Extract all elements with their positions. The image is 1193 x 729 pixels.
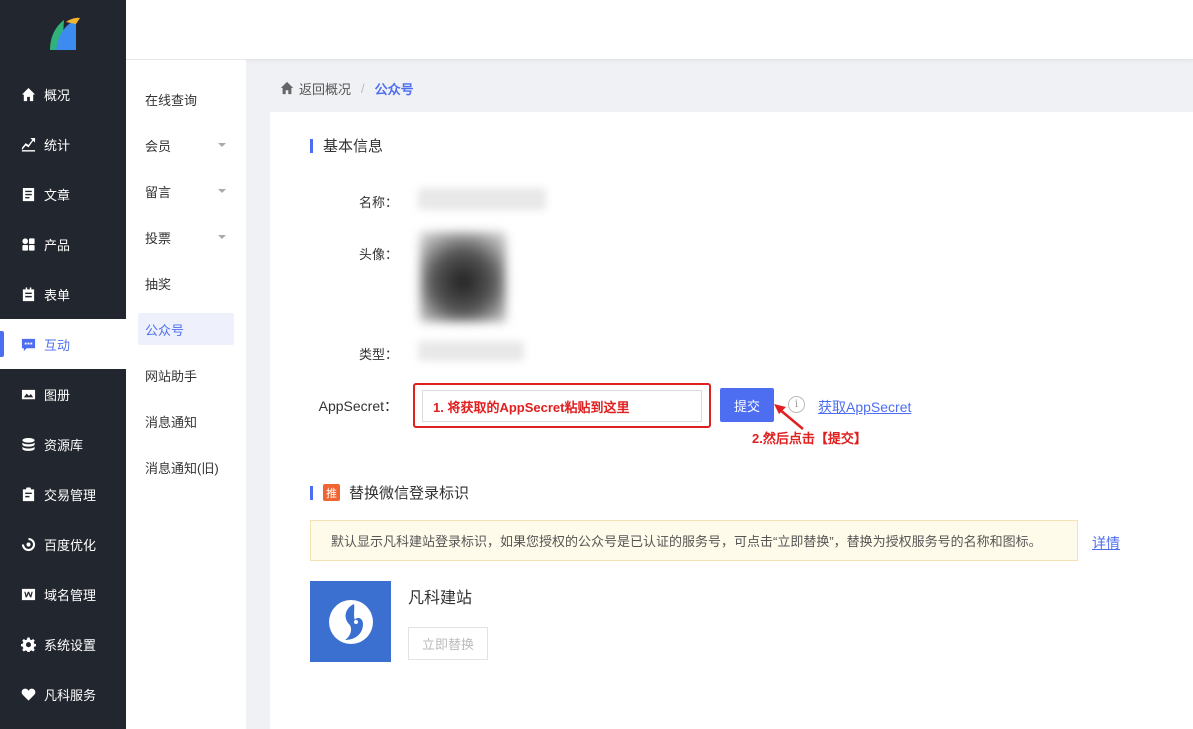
sidebar-item-resources[interactable]: 资源库 bbox=[0, 419, 126, 469]
section-accent-bar bbox=[310, 138, 313, 153]
breadcrumb: 返回概况 / 公众号 bbox=[280, 78, 414, 98]
sidebar-item-label: 凡科服务 bbox=[44, 687, 97, 703]
appsecret-label: AppSecret： bbox=[318, 398, 398, 414]
submenu-item-label: 消息通知(旧) bbox=[145, 460, 219, 476]
submenu-item-notifications-old[interactable]: 消息通知(旧) bbox=[138, 451, 234, 483]
avatar-label: 头像： bbox=[358, 247, 398, 262]
sidebar-item-label: 交易管理 bbox=[44, 487, 97, 503]
section-title-text: 基本信息 bbox=[323, 138, 384, 155]
submenu-item-label: 网站助手 bbox=[145, 368, 198, 384]
breadcrumb-current: 公众号 bbox=[374, 81, 414, 97]
home-icon bbox=[20, 86, 36, 102]
sidebar-item-domain[interactable]: 域名管理 bbox=[0, 569, 126, 619]
home-icon[interactable] bbox=[280, 81, 299, 95]
brand-logo bbox=[310, 581, 391, 662]
sub-menu: 在线查询 会员 留言 投票 抽奖 公众号 网站助手 消息通知 消息通知(旧) bbox=[126, 60, 246, 729]
stats-icon bbox=[20, 136, 36, 152]
submenu-item-official-account[interactable]: 公众号 bbox=[138, 313, 234, 345]
breadcrumb-separator: / bbox=[361, 80, 365, 96]
sidebar-item-form[interactable]: 表单 bbox=[0, 269, 126, 319]
form-icon bbox=[20, 286, 36, 302]
app-logo[interactable] bbox=[42, 14, 84, 54]
name-label: 名称： bbox=[358, 195, 398, 210]
sidebar-item-label: 资源库 bbox=[44, 437, 84, 453]
sidebar-item-article[interactable]: 文章 bbox=[0, 169, 126, 219]
sidebar-item-trade[interactable]: 交易管理 bbox=[0, 469, 126, 519]
heart-icon bbox=[20, 686, 36, 702]
database-icon bbox=[20, 436, 36, 452]
notice-banner: 默认显示凡科建站登录标识，如果您授权的公众号是已认证的服务号，可点击“立即替换”… bbox=[310, 520, 1078, 561]
sidebar-item-settings[interactable]: 系统设置 bbox=[0, 619, 126, 669]
submenu-item-member[interactable]: 会员 bbox=[138, 129, 234, 161]
submenu-item-label: 投票 bbox=[145, 230, 172, 246]
main-sidebar: 概况 统计 文章 产品 表单 互动 图册 资源库 交易管理 百度优化 域名管理 bbox=[0, 0, 126, 729]
gear-icon bbox=[20, 636, 36, 652]
submenu-item-lottery[interactable]: 抽奖 bbox=[138, 267, 234, 299]
replace-login-heading: 推 替换微信登录标识 bbox=[310, 482, 469, 503]
submenu-item-notifications[interactable]: 消息通知 bbox=[138, 405, 234, 437]
product-icon bbox=[20, 236, 36, 252]
chat-icon bbox=[20, 336, 36, 352]
sidebar-item-label: 文章 bbox=[44, 187, 71, 203]
sidebar-item-service[interactable]: 凡科服务 bbox=[0, 669, 126, 719]
notice-text: 默认显示凡科建站登录标识，如果您授权的公众号是已认证的服务号，可点击“立即替换”… bbox=[331, 534, 1042, 549]
submenu-item-message[interactable]: 留言 bbox=[138, 175, 234, 207]
submit-annotation: 2.然后点击【提交】 bbox=[752, 431, 867, 446]
sidebar-item-label: 统计 bbox=[44, 137, 71, 153]
section-title-text: 替换微信登录标识 bbox=[349, 485, 470, 502]
submenu-item-label: 消息通知 bbox=[145, 414, 198, 430]
breadcrumb-back-link[interactable]: 返回概况 bbox=[299, 79, 351, 98]
replace-now-button[interactable]: 立即替换 bbox=[408, 627, 488, 660]
brand-logo-icon bbox=[328, 599, 373, 644]
details-link[interactable]: 详情 bbox=[1092, 533, 1120, 553]
submenu-item-label: 在线查询 bbox=[145, 92, 198, 108]
top-bar bbox=[126, 0, 1193, 60]
submenu-item-site-assistant[interactable]: 网站助手 bbox=[138, 359, 234, 391]
sidebar-item-label: 概况 bbox=[44, 87, 71, 103]
submenu-item-label: 抽奖 bbox=[145, 276, 172, 292]
sidebar-item-label: 产品 bbox=[44, 237, 71, 253]
brand-name: 凡科建站 bbox=[408, 590, 473, 607]
trade-icon bbox=[20, 486, 36, 502]
type-label: 类型： bbox=[358, 347, 398, 362]
submit-button[interactable]: 提交 bbox=[720, 388, 774, 422]
sidebar-item-product[interactable]: 产品 bbox=[0, 219, 126, 269]
sidebar-item-album[interactable]: 图册 bbox=[0, 369, 126, 419]
chevron-down-icon bbox=[218, 143, 226, 147]
appsecret-input[interactable]: 1. 将获取的AppSecret粘贴到这里 bbox=[422, 390, 702, 422]
sidebar-item-label: 百度优化 bbox=[44, 537, 97, 553]
article-icon bbox=[20, 186, 36, 202]
sidebar-item-label: 系统设置 bbox=[44, 637, 97, 653]
account-name-blurred bbox=[418, 188, 546, 210]
appsecret-input-value: 1. 将获取的AppSecret粘贴到这里 bbox=[433, 399, 630, 415]
chevron-down-icon bbox=[218, 189, 226, 193]
submenu-item-label: 公众号 bbox=[145, 322, 185, 338]
sidebar-item-seo[interactable]: 百度优化 bbox=[0, 519, 126, 569]
seo-icon bbox=[20, 536, 36, 552]
sidebar-item-label: 表单 bbox=[44, 287, 71, 303]
domain-icon bbox=[20, 586, 36, 602]
sidebar-item-interaction[interactable]: 互动 bbox=[0, 319, 126, 369]
sidebar-item-overview[interactable]: 概况 bbox=[0, 69, 126, 119]
basic-info-heading: 基本信息 bbox=[310, 135, 383, 156]
sidebar-item-label: 域名管理 bbox=[44, 587, 97, 603]
sidebar-item-label: 图册 bbox=[44, 387, 71, 403]
section-accent-bar bbox=[310, 485, 313, 500]
recommend-badge: 推 bbox=[323, 484, 340, 501]
get-appsecret-link[interactable]: 获取AppSecret bbox=[818, 397, 911, 417]
chevron-down-icon bbox=[218, 235, 226, 239]
album-icon bbox=[20, 386, 36, 402]
account-type-blurred bbox=[418, 341, 524, 361]
submenu-item-online-query[interactable]: 在线查询 bbox=[138, 83, 234, 115]
avatar-image-blurred bbox=[420, 232, 506, 322]
sidebar-item-label: 互动 bbox=[44, 337, 71, 353]
submenu-item-label: 留言 bbox=[145, 184, 172, 200]
submenu-item-vote[interactable]: 投票 bbox=[138, 221, 234, 253]
submenu-item-label: 会员 bbox=[145, 138, 172, 154]
sidebar-item-stats[interactable]: 统计 bbox=[0, 119, 126, 169]
